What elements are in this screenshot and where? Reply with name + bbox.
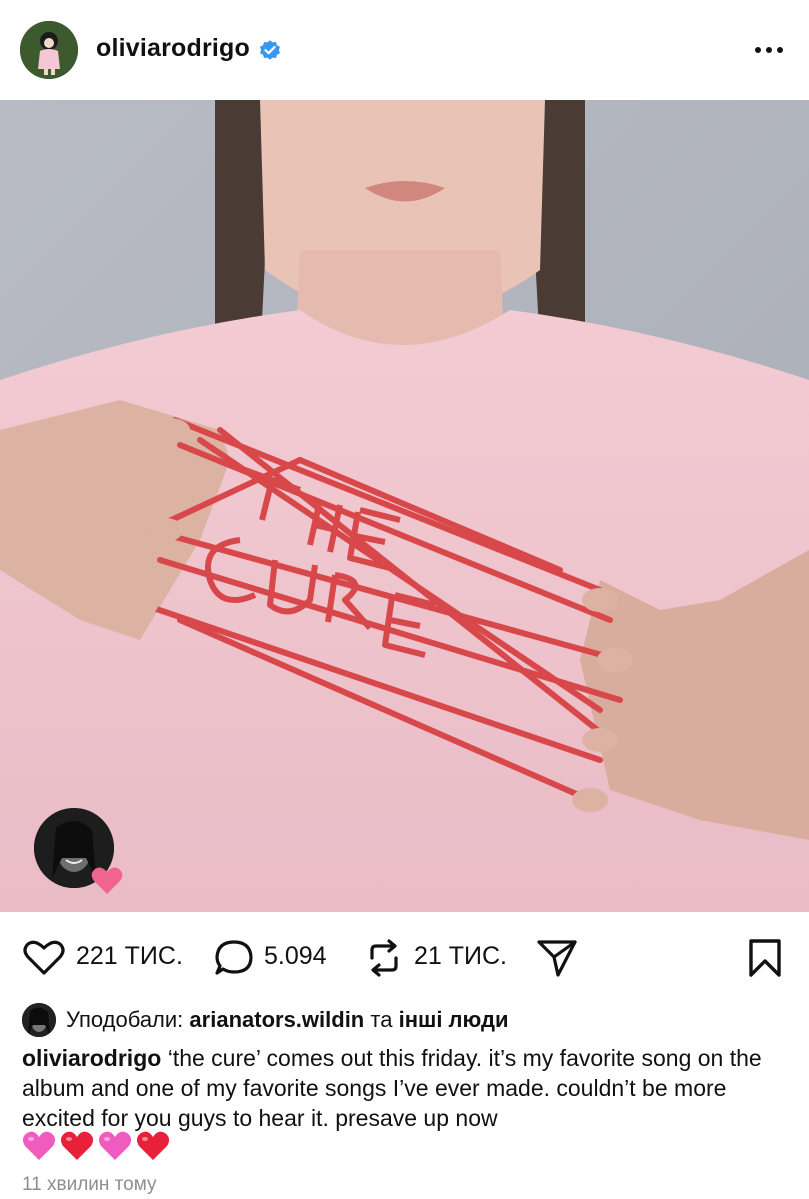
- pink-heart-icon: [98, 1131, 132, 1160]
- heart-emoji-icon: [90, 866, 124, 896]
- reposts-count[interactable]: 21 ТИС.: [414, 942, 507, 971]
- liked-by-others[interactable]: інші люди: [399, 1007, 509, 1033]
- red-heart-icon: [136, 1131, 170, 1160]
- liked-by: Уподобали: arianators.wildin та інші люд…: [22, 1003, 802, 1037]
- liked-by-prefix: Уподобали:: [66, 1007, 184, 1032]
- comments-count[interactable]: 5.094: [264, 942, 327, 971]
- comment-icon[interactable]: [214, 938, 256, 985]
- username[interactable]: oliviarodrigo: [96, 34, 250, 63]
- more-options-icon[interactable]: [752, 38, 786, 62]
- pink-heart-icon: [22, 1131, 56, 1160]
- likes-count[interactable]: 221 ТИС.: [76, 942, 183, 971]
- share-icon[interactable]: [536, 938, 578, 983]
- red-heart-icon: [60, 1131, 94, 1160]
- post-timestamp: 11 хвилин тому: [22, 1174, 157, 1195]
- post-header: oliviarodrigo: [0, 0, 809, 100]
- verified-badge-icon: [258, 38, 282, 62]
- caption-emojis: [22, 1130, 174, 1164]
- caption-author[interactable]: oliviarodrigo: [22, 1045, 161, 1071]
- caption: oliviarodrigo ‘the cure’ comes out this …: [22, 1043, 797, 1133]
- heart-outline-icon[interactable]: [22, 940, 66, 981]
- profile-avatar[interactable]: [20, 21, 78, 79]
- liked-by-avatar[interactable]: [22, 1003, 56, 1037]
- liked-by-connector: та: [370, 1007, 393, 1032]
- post-image[interactable]: [0, 100, 809, 912]
- repost-icon[interactable]: [364, 938, 404, 983]
- bookmark-icon[interactable]: [748, 938, 782, 983]
- liked-by-user[interactable]: arianators.wildin: [189, 1007, 364, 1033]
